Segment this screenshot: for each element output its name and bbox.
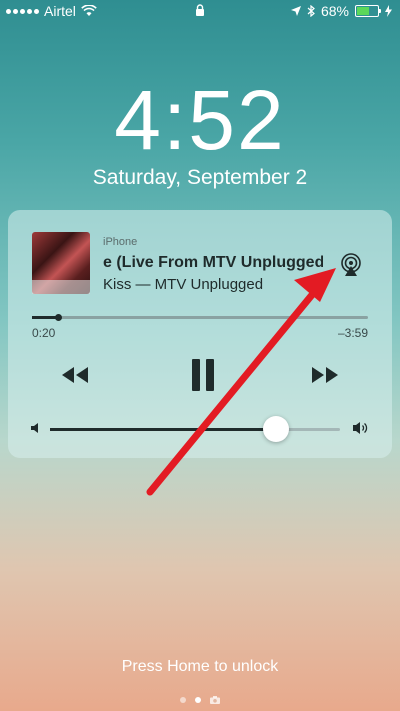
- song-title: e (Live From MTV Unplugged: [103, 254, 323, 271]
- wifi-icon: [81, 5, 97, 16]
- rewind-button[interactable]: [58, 358, 92, 392]
- unlock-hint: Press Home to unlock: [121, 658, 279, 675]
- fast-forward-icon: [312, 367, 338, 383]
- lock-icon: [195, 3, 205, 19]
- pause-icon: [192, 359, 214, 391]
- remaining-time: –3:59: [337, 326, 368, 340]
- volume-low-icon: [31, 423, 38, 433]
- status-right: 68%: [290, 3, 392, 19]
- battery-icon: [355, 5, 381, 17]
- carrier-name: Airtel: [44, 3, 76, 19]
- playback-device-label: iPhone: [103, 236, 138, 248]
- fast-forward-button[interactable]: [308, 358, 342, 392]
- volume-knob[interactable]: [263, 416, 290, 442]
- battery-percent: 68%: [320, 3, 349, 19]
- lock-screen-date: Saturday, September 2: [92, 166, 308, 189]
- lock-screen-time: 4:52: [114, 73, 286, 167]
- progress-fill: [32, 316, 58, 319]
- now-playing-widget: iPhone e (Live From MTV Unplugged Kiss —…: [8, 210, 392, 458]
- artist-album: Kiss — MTV Unplugged: [103, 276, 264, 293]
- progress-scrubber[interactable]: [54, 314, 62, 321]
- elapsed-time: 0:20: [32, 326, 56, 340]
- status-left: Airtel: [6, 3, 97, 19]
- airplay-icon[interactable]: [338, 252, 364, 278]
- volume-fill: [50, 428, 277, 431]
- page-dot[interactable]: [180, 697, 186, 703]
- page-indicator: [0, 696, 400, 704]
- signal-dots-icon: [6, 8, 39, 14]
- album-artwork[interactable]: [32, 232, 90, 294]
- pause-button[interactable]: [186, 358, 220, 392]
- charging-bolt-icon: [385, 5, 392, 17]
- location-icon: [290, 6, 301, 16]
- status-bar: Airtel 68%: [0, 0, 400, 22]
- rewind-icon: [62, 367, 88, 383]
- camera-icon[interactable]: [210, 696, 220, 704]
- page-dot-active[interactable]: [195, 697, 201, 703]
- playback-progress-bar[interactable]: [32, 314, 368, 321]
- bluetooth-icon: [307, 5, 315, 17]
- volume-slider[interactable]: [50, 416, 340, 442]
- volume-high-icon: [353, 422, 368, 434]
